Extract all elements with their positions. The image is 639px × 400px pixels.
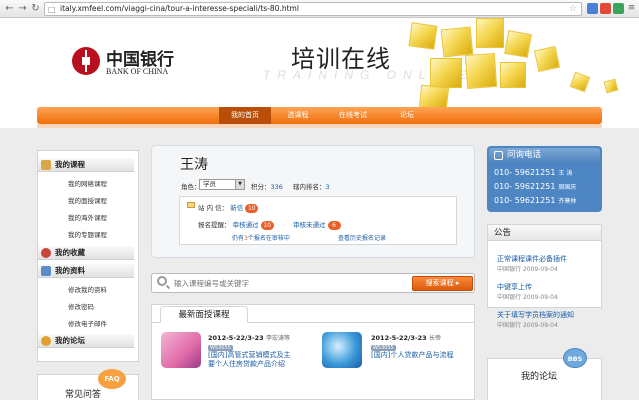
main-nav: 我的首页 选课程 在线考试 论坛 <box>37 107 602 124</box>
phone-icon <box>494 151 503 160</box>
course-thumbnail[interactable] <box>161 332 201 368</box>
bbs-icon: BBS <box>563 348 587 368</box>
bank-name-en: BANK OF CHINA <box>106 67 169 76</box>
sidebar-item[interactable]: 我的海外课程 <box>68 212 107 222</box>
menu-icon[interactable]: ≡ <box>626 3 637 14</box>
pending-link[interactable]: 审核未通过 <box>293 221 326 229</box>
notice-link[interactable]: 中键享上传 <box>497 282 532 292</box>
extension-icon[interactable] <box>600 3 611 14</box>
new-mail-link[interactable]: 新信 <box>230 204 243 212</box>
book-icon <box>41 160 51 170</box>
nav-item-home[interactable]: 我的首页 <box>219 107 271 124</box>
faq-icon: FAQ <box>98 369 126 389</box>
sidebar-item[interactable]: 修改密码 <box>68 301 94 311</box>
course-code-badge: W53055 <box>371 345 396 351</box>
sidebar-item[interactable]: 修改电子邮件 <box>68 318 107 328</box>
sidebar-section-favorites[interactable]: 我的收藏 <box>38 246 134 260</box>
notice-heading: 公告 <box>488 225 601 241</box>
notice-meta: 中国银行 2009-09-04 <box>497 294 558 301</box>
sidebar-item[interactable]: 我的专题课程 <box>68 229 107 239</box>
course-code-badge: W53055 <box>208 345 233 351</box>
faq-label[interactable]: 常见问答 <box>65 387 101 400</box>
favorite-icon <box>41 248 51 258</box>
nav-item-courses[interactable]: 选课程 <box>273 107 323 124</box>
enroll-row: 报名提醒： 审核通过 10 <box>198 219 274 230</box>
notice-meta: 中国银行 2009-09-04 <box>497 266 558 273</box>
forward-icon[interactable]: → <box>17 3 28 14</box>
role-select[interactable]: 学员 ▼ <box>199 179 245 190</box>
course-meta: 2012-5-22/3-23 长帝 <box>371 334 441 342</box>
reload-icon[interactable]: ↻ <box>30 3 41 14</box>
sidebar-item[interactable]: 我的网络课程 <box>68 178 107 188</box>
search-input[interactable] <box>174 276 404 290</box>
course-meta: 2012-5-22/3-23 李宏涛等 <box>208 334 290 342</box>
course-title-link[interactable]: [国内]个人贷款产品与流程 <box>371 351 463 360</box>
pending-row: 审核未通过 6 <box>293 219 341 230</box>
notice-link[interactable]: 正常课程课件必备插件 <box>497 254 567 264</box>
pending-count-badge: 6 <box>327 221 341 230</box>
sidebar-item[interactable]: 修改我的资料 <box>68 284 107 294</box>
rank-info: 辖内排名：3 <box>293 183 330 191</box>
phone-row: 010- 59621251 周国庆 <box>494 182 577 191</box>
notice-meta: 中国银行 2009-09-04 <box>497 322 558 329</box>
course-thumbnail[interactable] <box>322 332 362 368</box>
mail-icon <box>187 202 195 208</box>
sidebar-section-profile[interactable]: 我的资料 <box>38 264 134 278</box>
inbox-row: 站 内 信： 新信 10 <box>198 202 259 213</box>
nav-item-exam[interactable]: 在线考试 <box>325 107 381 124</box>
course-title-link[interactable]: [国内]高管式营销模式及主要个人住房贷款产品介绍 <box>208 351 294 369</box>
points-info: 积分：336 <box>251 183 283 191</box>
contact-heading: 问询电话 <box>489 148 600 163</box>
extension-icon[interactable] <box>613 3 624 14</box>
user-name: 王涛 <box>180 157 208 173</box>
bank-logo-icon <box>72 47 100 75</box>
star-icon[interactable]: ☆ <box>569 3 577 15</box>
back-icon[interactable]: ← <box>4 3 15 14</box>
page-icon: □ <box>48 5 56 14</box>
nav-item-forum[interactable]: 论坛 <box>385 107 429 124</box>
forum-icon <box>41 336 51 346</box>
search-button[interactable]: 搜索课程 ▸ <box>412 276 473 291</box>
extension-icon[interactable] <box>587 3 598 14</box>
pending-note[interactable]: 仍有3个报名在审核中 <box>232 233 290 242</box>
browser-toolbar: ← → ↻ □ italy.xmfeel.com/viaggi-cina/tou… <box>0 0 639 18</box>
forum-label[interactable]: 我的论坛 <box>521 369 557 382</box>
inbox-count-badge: 10 <box>245 204 259 213</box>
history-link[interactable]: 查看历史报名记录 <box>338 233 386 242</box>
role-label: 角色： <box>181 183 201 191</box>
profile-icon <box>41 266 51 276</box>
phone-row: 010- 59621251 王 涛 <box>494 168 573 177</box>
sidebar-section-forum[interactable]: 我的论坛 <box>38 334 134 348</box>
sidebar-item[interactable]: 我的面授课程 <box>68 195 107 205</box>
approved-count-badge: 10 <box>260 221 274 230</box>
tab-latest-courses[interactable]: 最新面授课程 <box>160 306 248 323</box>
address-bar[interactable]: □ italy.xmfeel.com/viaggi-cina/tour-a-in… <box>44 2 582 16</box>
sidebar-section-my-courses[interactable]: 我的课程 <box>38 158 134 172</box>
header-cubes-graphic <box>400 18 639 108</box>
chevron-down-icon: ▼ <box>235 180 244 189</box>
search-icon <box>157 276 167 286</box>
url-text: italy.xmfeel.com/viaggi-cina/tour-a-inte… <box>60 4 299 13</box>
phone-row: 010- 59621251 齐寒林 <box>494 196 577 205</box>
approved-link[interactable]: 审核通过 <box>233 221 259 229</box>
notice-link[interactable]: 关于填写学员档案的通知 <box>497 310 574 320</box>
